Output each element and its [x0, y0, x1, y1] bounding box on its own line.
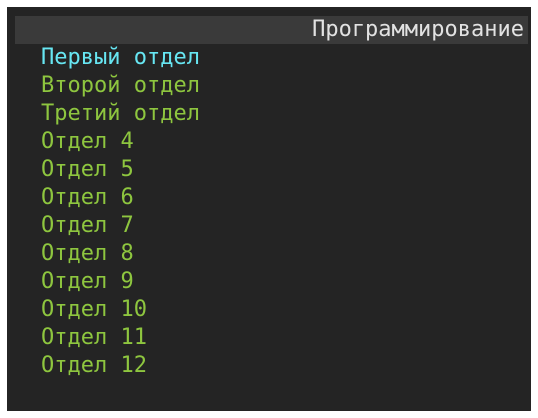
menu-item-department-9[interactable]: Отдел 9 — [41, 268, 200, 296]
menu-item-department-10[interactable]: Отдел 10 — [41, 296, 200, 324]
menu-item-department-7[interactable]: Отдел 7 — [41, 212, 200, 240]
page-title: Программирование — [312, 17, 524, 42]
menu-item-department-1[interactable]: Первый отдел — [41, 44, 200, 72]
menu-item-department-2[interactable]: Второй отдел — [41, 72, 200, 100]
menu-item-department-8[interactable]: Отдел 8 — [41, 240, 200, 268]
menu-item-department-12[interactable]: Отдел 12 — [41, 352, 200, 380]
title-bar: Программирование — [15, 16, 528, 44]
menu-item-department-4[interactable]: Отдел 4 — [41, 128, 200, 156]
menu-item-department-3[interactable]: Третий отдел — [41, 100, 200, 128]
menu-item-department-5[interactable]: Отдел 5 — [41, 156, 200, 184]
department-menu: Первый отдел Второй отдел Третий отдел О… — [41, 44, 200, 380]
menu-item-department-6[interactable]: Отдел 6 — [41, 184, 200, 212]
terminal-screen: Программирование Первый отдел Второй отд… — [7, 7, 531, 411]
menu-item-department-11[interactable]: Отдел 11 — [41, 324, 200, 352]
